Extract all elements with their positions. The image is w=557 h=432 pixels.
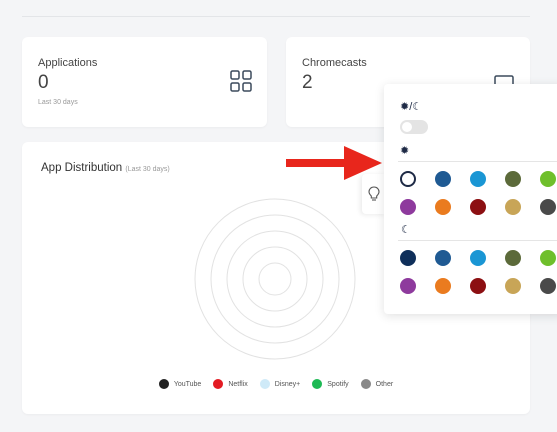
dark-color-swatch-8[interactable] [470,278,486,294]
legend-label: Netflix [228,380,248,388]
dark-color-swatch-1[interactable] [400,250,416,266]
dark-color-swatch-2[interactable] [435,250,451,266]
grid-icon [230,70,252,92]
dark-color-swatch-5[interactable] [540,250,556,266]
legend-label: Spotify [327,380,349,388]
app-distribution-title: App Distribution (Last 30 days) [41,162,170,174]
moon-icon: ☾ [401,224,411,236]
app-distribution-heading: App Distribution [41,162,123,174]
chromecasts-value: 2 [302,72,313,93]
sun-moon-icon: ✹/☾ [400,101,423,113]
legend-dot [213,379,224,389]
legend-dot [158,379,169,389]
applications-value: 0 [38,72,49,93]
light-color-swatch-1[interactable] [400,171,416,187]
applications-subtitle: Last 30 days [38,99,78,106]
toggle-knob [402,122,412,132]
dark-color-swatch-6[interactable] [400,278,416,294]
top-divider [22,16,530,17]
theme-settings-panel: ✹/☾ ✹ ☾ [384,84,557,314]
legend-dot [360,379,371,389]
legend-dot [312,379,323,389]
legend-item-spotify[interactable]: Spotify [312,379,349,389]
dark-color-swatch-3[interactable] [470,250,486,266]
dark-color-swatch-4[interactable] [505,250,521,266]
distribution-rings [194,198,356,360]
legend-label: Disney+ [274,380,301,388]
light-color-swatch-9[interactable] [505,199,521,215]
theme-panel-toggle[interactable] [362,174,386,214]
sun-icon: ✹ [400,145,410,157]
light-divider [398,161,557,162]
light-color-swatch-4[interactable] [505,171,521,187]
light-color-swatch-3[interactable] [470,171,486,187]
dark-color-swatch-10[interactable] [540,278,556,294]
legend-dot [259,379,270,389]
light-color-swatch-10[interactable] [540,199,556,215]
legend-item-other[interactable]: Other [360,379,394,389]
app-distribution-period: (Last 30 days) [125,166,170,173]
light-color-swatch-7[interactable] [435,199,451,215]
light-color-swatch-5[interactable] [540,171,556,187]
legend-item-disney[interactable]: Disney+ [259,379,301,389]
lightbulb-icon [368,186,380,201]
chart-legend: YouTube Netflix Disney+ Spotify Other [22,379,530,389]
light-color-swatch-6[interactable] [400,199,416,215]
applications-title: Applications [38,57,98,69]
auto-theme-toggle[interactable] [400,120,428,134]
dark-divider [398,240,557,241]
legend-label: Other [375,380,394,388]
applications-card[interactable]: Applications 0 Last 30 days [22,37,267,127]
legend-item-youtube[interactable]: YouTube [158,379,202,389]
light-color-swatch-8[interactable] [470,199,486,215]
dark-color-swatch-7[interactable] [435,278,451,294]
dark-color-swatch-9[interactable] [505,278,521,294]
light-color-swatch-2[interactable] [435,171,451,187]
legend-item-netflix[interactable]: Netflix [213,379,248,389]
legend-label: YouTube [173,380,202,388]
chromecasts-title: Chromecasts [302,57,367,69]
